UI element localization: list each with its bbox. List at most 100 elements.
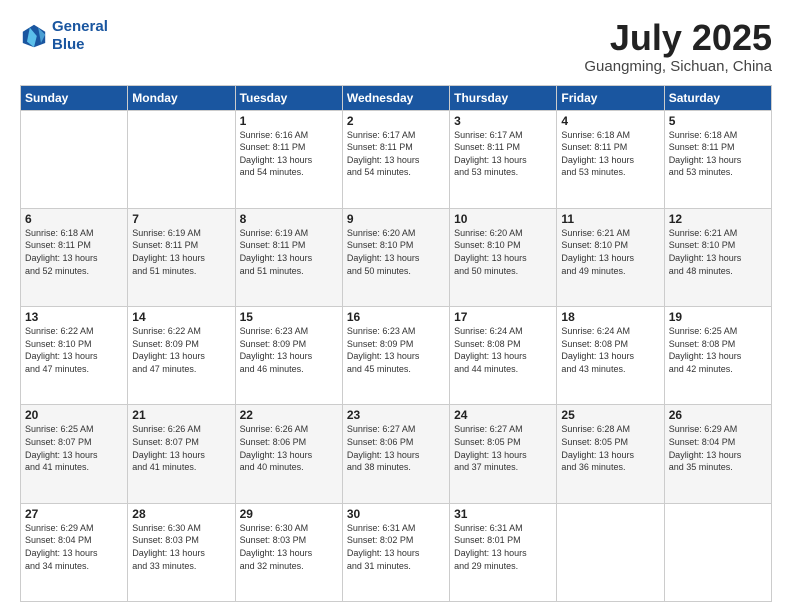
table-row: 11Sunrise: 6:21 AM Sunset: 8:10 PM Dayli… — [557, 208, 664, 306]
day-number: 29 — [240, 507, 338, 521]
table-row: 29Sunrise: 6:30 AM Sunset: 8:03 PM Dayli… — [235, 503, 342, 601]
week-row-2: 6Sunrise: 6:18 AM Sunset: 8:11 PM Daylig… — [21, 208, 772, 306]
week-row-3: 13Sunrise: 6:22 AM Sunset: 8:10 PM Dayli… — [21, 307, 772, 405]
day-number: 15 — [240, 310, 338, 324]
day-number: 30 — [347, 507, 445, 521]
day-number: 11 — [561, 212, 659, 226]
day-number: 22 — [240, 408, 338, 422]
day-number: 18 — [561, 310, 659, 324]
table-row: 12Sunrise: 6:21 AM Sunset: 8:10 PM Dayli… — [664, 208, 771, 306]
day-info: Sunrise: 6:23 AM Sunset: 8:09 PM Dayligh… — [240, 325, 338, 375]
day-number: 26 — [669, 408, 767, 422]
day-info: Sunrise: 6:22 AM Sunset: 8:10 PM Dayligh… — [25, 325, 123, 375]
day-info: Sunrise: 6:23 AM Sunset: 8:09 PM Dayligh… — [347, 325, 445, 375]
day-number: 23 — [347, 408, 445, 422]
table-row: 18Sunrise: 6:24 AM Sunset: 8:08 PM Dayli… — [557, 307, 664, 405]
table-row: 14Sunrise: 6:22 AM Sunset: 8:09 PM Dayli… — [128, 307, 235, 405]
calendar-table: Sunday Monday Tuesday Wednesday Thursday… — [20, 85, 772, 602]
header-row: Sunday Monday Tuesday Wednesday Thursday… — [21, 85, 772, 110]
table-row: 9Sunrise: 6:20 AM Sunset: 8:10 PM Daylig… — [342, 208, 449, 306]
day-info: Sunrise: 6:18 AM Sunset: 8:11 PM Dayligh… — [25, 227, 123, 277]
logo: General Blue — [20, 18, 108, 54]
col-sunday: Sunday — [21, 85, 128, 110]
day-number: 21 — [132, 408, 230, 422]
day-number: 7 — [132, 212, 230, 226]
table-row: 6Sunrise: 6:18 AM Sunset: 8:11 PM Daylig… — [21, 208, 128, 306]
month-title: July 2025 — [584, 18, 772, 58]
table-row: 21Sunrise: 6:26 AM Sunset: 8:07 PM Dayli… — [128, 405, 235, 503]
day-info: Sunrise: 6:20 AM Sunset: 8:10 PM Dayligh… — [347, 227, 445, 277]
day-number: 2 — [347, 114, 445, 128]
day-info: Sunrise: 6:17 AM Sunset: 8:11 PM Dayligh… — [454, 129, 552, 179]
day-number: 31 — [454, 507, 552, 521]
table-row: 28Sunrise: 6:30 AM Sunset: 8:03 PM Dayli… — [128, 503, 235, 601]
title-block: July 2025 Guangming, Sichuan, China — [584, 18, 772, 75]
day-number: 3 — [454, 114, 552, 128]
table-row: 31Sunrise: 6:31 AM Sunset: 8:01 PM Dayli… — [450, 503, 557, 601]
day-number: 14 — [132, 310, 230, 324]
day-info: Sunrise: 6:21 AM Sunset: 8:10 PM Dayligh… — [561, 227, 659, 277]
day-info: Sunrise: 6:30 AM Sunset: 8:03 PM Dayligh… — [240, 522, 338, 572]
day-info: Sunrise: 6:25 AM Sunset: 8:07 PM Dayligh… — [25, 423, 123, 473]
day-number: 19 — [669, 310, 767, 324]
day-info: Sunrise: 6:24 AM Sunset: 8:08 PM Dayligh… — [454, 325, 552, 375]
table-row: 2Sunrise: 6:17 AM Sunset: 8:11 PM Daylig… — [342, 110, 449, 208]
day-info: Sunrise: 6:24 AM Sunset: 8:08 PM Dayligh… — [561, 325, 659, 375]
day-number: 1 — [240, 114, 338, 128]
table-row: 26Sunrise: 6:29 AM Sunset: 8:04 PM Dayli… — [664, 405, 771, 503]
table-row: 20Sunrise: 6:25 AM Sunset: 8:07 PM Dayli… — [21, 405, 128, 503]
day-number: 16 — [347, 310, 445, 324]
page: General Blue July 2025 Guangming, Sichua… — [0, 0, 792, 612]
day-info: Sunrise: 6:16 AM Sunset: 8:11 PM Dayligh… — [240, 129, 338, 179]
day-info: Sunrise: 6:20 AM Sunset: 8:10 PM Dayligh… — [454, 227, 552, 277]
table-row: 8Sunrise: 6:19 AM Sunset: 8:11 PM Daylig… — [235, 208, 342, 306]
day-number: 10 — [454, 212, 552, 226]
table-row: 23Sunrise: 6:27 AM Sunset: 8:06 PM Dayli… — [342, 405, 449, 503]
day-info: Sunrise: 6:30 AM Sunset: 8:03 PM Dayligh… — [132, 522, 230, 572]
day-number: 6 — [25, 212, 123, 226]
day-info: Sunrise: 6:29 AM Sunset: 8:04 PM Dayligh… — [669, 423, 767, 473]
table-row: 1Sunrise: 6:16 AM Sunset: 8:11 PM Daylig… — [235, 110, 342, 208]
col-monday: Monday — [128, 85, 235, 110]
day-number: 5 — [669, 114, 767, 128]
table-row: 15Sunrise: 6:23 AM Sunset: 8:09 PM Dayli… — [235, 307, 342, 405]
table-row: 17Sunrise: 6:24 AM Sunset: 8:08 PM Dayli… — [450, 307, 557, 405]
col-friday: Friday — [557, 85, 664, 110]
day-info: Sunrise: 6:22 AM Sunset: 8:09 PM Dayligh… — [132, 325, 230, 375]
day-info: Sunrise: 6:25 AM Sunset: 8:08 PM Dayligh… — [669, 325, 767, 375]
day-info: Sunrise: 6:31 AM Sunset: 8:01 PM Dayligh… — [454, 522, 552, 572]
table-row: 19Sunrise: 6:25 AM Sunset: 8:08 PM Dayli… — [664, 307, 771, 405]
day-number: 27 — [25, 507, 123, 521]
table-row: 24Sunrise: 6:27 AM Sunset: 8:05 PM Dayli… — [450, 405, 557, 503]
week-row-4: 20Sunrise: 6:25 AM Sunset: 8:07 PM Dayli… — [21, 405, 772, 503]
day-info: Sunrise: 6:26 AM Sunset: 8:06 PM Dayligh… — [240, 423, 338, 473]
table-row: 10Sunrise: 6:20 AM Sunset: 8:10 PM Dayli… — [450, 208, 557, 306]
table-row: 13Sunrise: 6:22 AM Sunset: 8:10 PM Dayli… — [21, 307, 128, 405]
table-row: 16Sunrise: 6:23 AM Sunset: 8:09 PM Dayli… — [342, 307, 449, 405]
week-row-5: 27Sunrise: 6:29 AM Sunset: 8:04 PM Dayli… — [21, 503, 772, 601]
day-info: Sunrise: 6:27 AM Sunset: 8:05 PM Dayligh… — [454, 423, 552, 473]
day-number: 13 — [25, 310, 123, 324]
table-row: 30Sunrise: 6:31 AM Sunset: 8:02 PM Dayli… — [342, 503, 449, 601]
day-number: 28 — [132, 507, 230, 521]
col-wednesday: Wednesday — [342, 85, 449, 110]
day-info: Sunrise: 6:18 AM Sunset: 8:11 PM Dayligh… — [669, 129, 767, 179]
day-number: 8 — [240, 212, 338, 226]
header: General Blue July 2025 Guangming, Sichua… — [20, 18, 772, 75]
day-info: Sunrise: 6:28 AM Sunset: 8:05 PM Dayligh… — [561, 423, 659, 473]
day-number: 25 — [561, 408, 659, 422]
table-row — [21, 110, 128, 208]
day-number: 24 — [454, 408, 552, 422]
day-info: Sunrise: 6:31 AM Sunset: 8:02 PM Dayligh… — [347, 522, 445, 572]
table-row: 4Sunrise: 6:18 AM Sunset: 8:11 PM Daylig… — [557, 110, 664, 208]
table-row: 22Sunrise: 6:26 AM Sunset: 8:06 PM Dayli… — [235, 405, 342, 503]
logo-text: General Blue — [52, 18, 108, 54]
location-title: Guangming, Sichuan, China — [584, 58, 772, 75]
day-info: Sunrise: 6:21 AM Sunset: 8:10 PM Dayligh… — [669, 227, 767, 277]
logo-line2: Blue — [52, 36, 85, 53]
table-row: 7Sunrise: 6:19 AM Sunset: 8:11 PM Daylig… — [128, 208, 235, 306]
day-number: 20 — [25, 408, 123, 422]
col-thursday: Thursday — [450, 85, 557, 110]
table-row: 27Sunrise: 6:29 AM Sunset: 8:04 PM Dayli… — [21, 503, 128, 601]
day-number: 9 — [347, 212, 445, 226]
